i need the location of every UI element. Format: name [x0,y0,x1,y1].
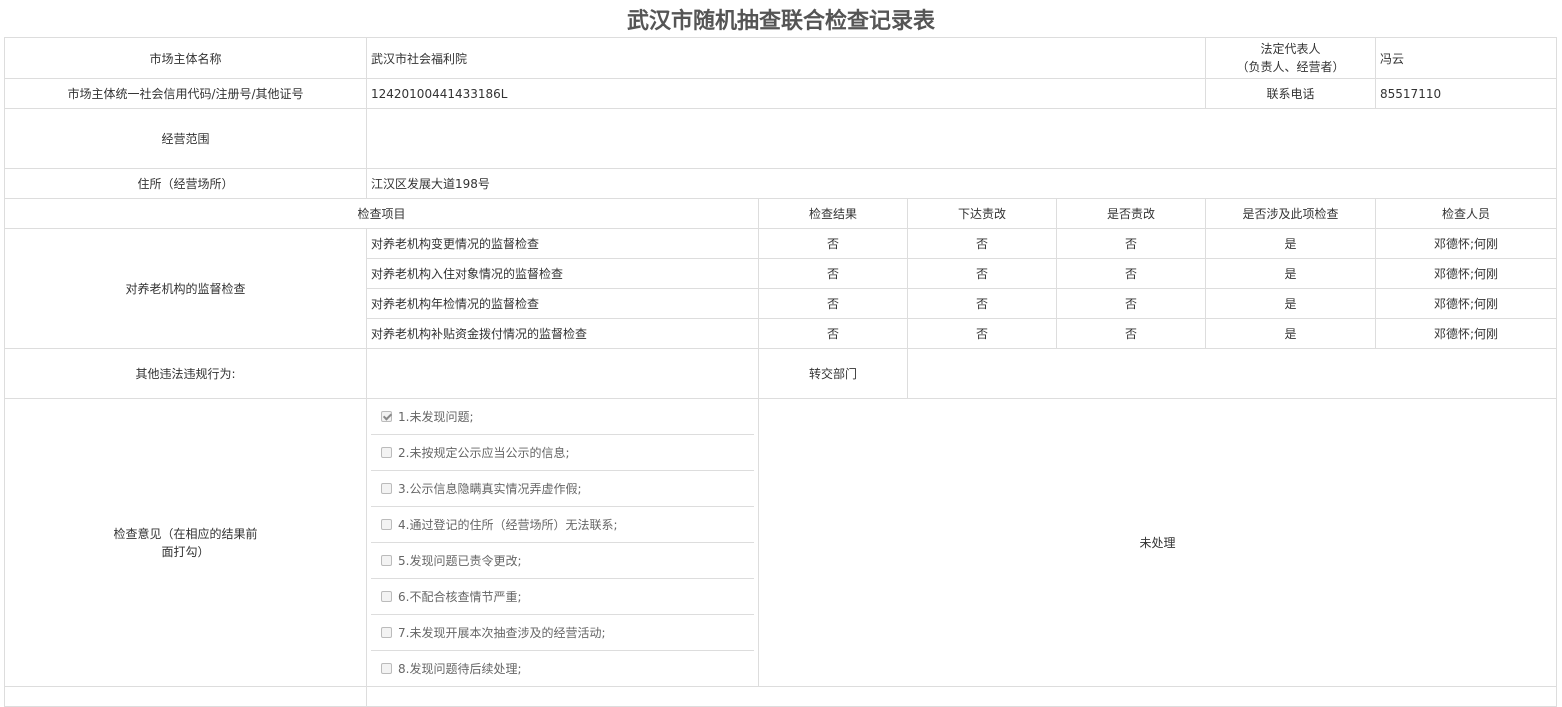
inspection-item: 对养老机构变更情况的监督检查 [366,228,759,259]
address-value: 江汉区发展大道198号 [365,168,1558,199]
opinion-option-label: 3.公示信息隐瞒真实情况弄虚作假; [398,482,582,496]
row-other-violations: 其他违法违规行为: 转交部门 [4,348,1558,399]
opinion-option-label: 4.通过登记的住所（经营场所）无法联系; [398,518,618,532]
opinion-checkbox-8[interactable] [381,663,392,674]
order-correction: 否 [907,288,1057,319]
bottom-value-cell [365,686,1558,707]
order-correction: 否 [907,318,1057,349]
opinion-checkbox-6[interactable] [381,591,392,602]
header-order-correction: 下达责改 [907,198,1057,229]
order-correction: 否 [907,228,1057,259]
opinion-option-label: 6.不配合核查情节严重; [398,590,522,604]
opinion-checkbox-1[interactable] [381,411,392,422]
opinion-option[interactable]: 2.未按规定公示应当公示的信息; [371,435,754,471]
opinion-option-label: 1.未发现问题; [398,410,474,424]
page-title: 武汉市随机抽查联合检查记录表 [626,9,935,34]
header-inspectors: 检查人员 [1375,198,1558,229]
inspection-result: 否 [758,318,908,349]
opinion-option-label: 5.发现问题已责令更改; [398,554,522,568]
other-violations-label: 其他违法违规行为: [4,348,367,399]
involved: 是 [1205,318,1377,349]
corrected: 否 [1055,258,1207,289]
opinion-option[interactable]: 1.未发现问题; [371,400,754,435]
credit-code-label: 市场主体统一社会信用代码/注册号/其他证号 [4,78,367,109]
subject-name-value: 武汉市社会福利院 [365,37,1207,79]
inspection-item: 对养老机构入住对象情况的监督检查 [366,258,759,289]
header-corrected: 是否责改 [1055,198,1207,229]
corrected: 否 [1055,228,1207,259]
legal-rep-label-line2: （负责人、经营者） [1236,60,1345,74]
opinion-option-label: 2.未按规定公示应当公示的信息; [398,446,570,460]
phone-label: 联系电话 [1205,78,1377,109]
inspectors: 邓德怀;何刚 [1375,288,1558,319]
row-subject-name: 市场主体名称 武汉市社会福利院 法定代表人 （负责人、经营者） 冯云 [4,37,1558,79]
involved: 是 [1205,288,1377,319]
inspectors: 邓德怀;何刚 [1375,258,1558,289]
phone-value: 85517110 [1375,78,1558,109]
legal-rep-label-line1: 法定代表人 [1260,42,1321,56]
inspection-result: 否 [758,258,908,289]
opinion-checkbox-4[interactable] [381,519,392,530]
opinion-checkbox-2[interactable] [381,447,392,458]
opinion-option-label: 8.发现问题待后续处理; [398,662,522,676]
opinion-option[interactable]: 6.不配合核查情节严重; [371,579,754,615]
inspection-result: 否 [758,228,908,259]
corrected: 否 [1055,288,1207,319]
opinion-label-line1: 检查意见（在相应的结果前 [113,526,258,541]
row-credit-code: 市场主体统一社会信用代码/注册号/其他证号 12420100441433186L… [4,78,1558,109]
legal-rep-label: 法定代表人 （负责人、经营者） [1205,37,1377,79]
opinion-checkbox-5[interactable] [381,555,392,566]
inspectors: 邓德怀;何刚 [1375,318,1558,349]
inspection-item: 对养老机构年检情况的监督检查 [366,288,759,319]
involved: 是 [1205,258,1377,289]
inspectors: 邓德怀;何刚 [1375,228,1558,259]
header-inspection-result: 检查结果 [758,198,908,229]
row-bottom-partial [4,686,1558,707]
processing-status: 未处理 [757,398,1558,687]
row-address: 住所（经营场所） 江汉区发展大道198号 [4,168,1558,199]
opinion-option[interactable]: 8.发现问题待后续处理; [371,651,754,686]
subject-name-label: 市场主体名称 [4,37,367,79]
opinion-option-label: 7.未发现开展本次抽查涉及的经营活动; [398,626,606,640]
opinion-option[interactable]: 4.通过登记的住所（经营场所）无法联系; [371,507,754,543]
opinion-checkbox-3[interactable] [381,483,392,494]
transfer-department-value [906,348,1558,399]
row-inspection-opinion: 检查意见（在相应的结果前 面打勾） 1.未发现问题; 2.未按规定公示应当公示的… [4,398,1558,687]
opinion-label-line2: 面打勾） [161,544,210,559]
header-involved: 是否涉及此项检查 [1205,198,1377,229]
involved: 是 [1205,228,1377,259]
opinion-options: 1.未发现问题; 2.未按规定公示应当公示的信息; 3.公示信息隐瞒真实情况弄虚… [366,398,759,687]
inspection-item: 对养老机构补贴资金拨付情况的监督检查 [366,318,759,349]
inspection-result: 否 [758,288,908,319]
inspection-opinion-label: 检查意见（在相应的结果前 面打勾） [4,398,367,687]
bottom-label-cell [4,686,367,707]
inspection-group-label: 对养老机构的监督检查 [4,228,367,349]
other-violations-value [366,348,759,399]
table-row: 对养老机构的监督检查 对养老机构变更情况的监督检查 否 否 否 是 邓德怀;何刚 [4,228,1558,349]
legal-rep-value: 冯云 [1375,37,1558,79]
opinion-option[interactable]: 5.发现问题已责令更改; [371,543,754,579]
opinion-checkbox-7[interactable] [381,627,392,638]
credit-code-value: 12420100441433186L [365,78,1207,109]
address-label: 住所（经营场所） [4,168,367,199]
business-scope-label: 经营范围 [4,108,367,169]
opinion-option[interactable]: 3.公示信息隐瞒真实情况弄虚作假; [371,471,754,507]
corrected: 否 [1055,318,1207,349]
inspection-record-table: 市场主体名称 武汉市社会福利院 法定代表人 （负责人、经营者） 冯云 市场主体统… [4,37,1558,707]
order-correction: 否 [907,258,1057,289]
opinion-option[interactable]: 7.未发现开展本次抽查涉及的经营活动; [371,615,754,651]
transfer-department-label: 转交部门 [758,348,908,399]
header-inspection-item: 检查项目 [4,198,759,229]
inspection-header-row: 检查项目 检查结果 下达责改 是否责改 是否涉及此项检查 检查人员 [4,198,1558,229]
row-business-scope: 经营范围 [4,108,1558,169]
business-scope-value [365,108,1558,169]
